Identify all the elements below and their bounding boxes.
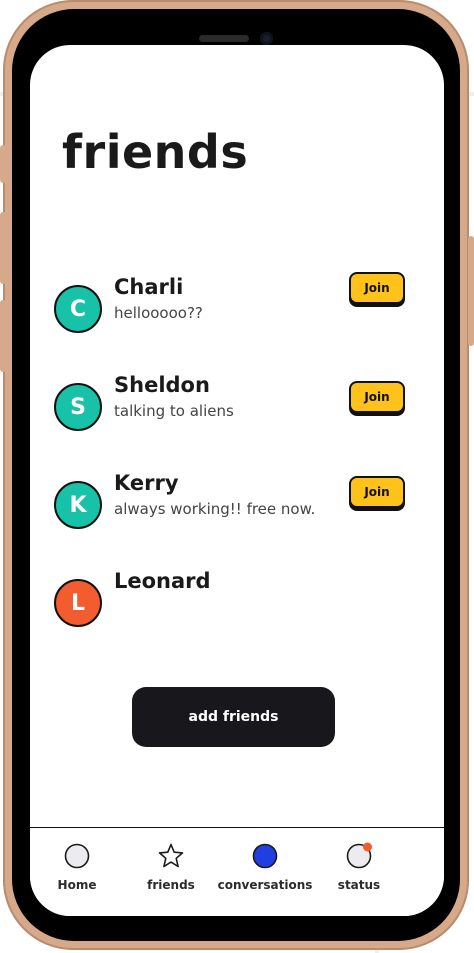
nav-label-home: Home	[57, 878, 97, 892]
nav-item-status[interactable]: status	[309, 828, 409, 916]
join-button-charli[interactable]: Join	[349, 272, 405, 304]
nav-label-conversations: conversations	[217, 878, 313, 892]
avatar-kerry: K	[54, 481, 102, 529]
friend-status: always working!! free now.	[114, 500, 316, 518]
nav-label-status: status	[337, 878, 381, 892]
friend-name: Sheldon	[114, 373, 210, 397]
circle-icon	[64, 843, 90, 869]
phone-side-button-left-bottom	[0, 300, 6, 372]
phone-side-button-right	[468, 236, 474, 346]
nav-item-friends[interactable]: friends	[121, 828, 221, 916]
avatar-leonard: L	[54, 579, 102, 627]
friend-name: Charli	[114, 275, 184, 299]
add-friends-button[interactable]: add friends	[132, 687, 335, 747]
avatar-charli: C	[54, 285, 102, 333]
page-title: friends	[62, 125, 249, 179]
nav-label-friends: friends	[147, 878, 195, 892]
nav-item-home[interactable]: Home	[30, 828, 127, 916]
friend-name: Kerry	[114, 471, 179, 495]
friend-row-kerry[interactable]: K Kerry always working!! free now. Join	[30, 471, 444, 551]
avatar-sheldon: S	[54, 383, 102, 431]
nav-item-conversations[interactable]: conversations	[215, 828, 315, 916]
join-button-kerry[interactable]: Join	[349, 476, 405, 508]
friend-row-sheldon[interactable]: S Sheldon talking to aliens Join	[30, 373, 444, 453]
friend-row-leonard[interactable]: L Leonard	[30, 569, 444, 649]
notification-dot-icon	[363, 842, 372, 852]
friend-status: talking to aliens	[114, 402, 234, 420]
friend-row-charli[interactable]: C Charli hellooooo?? Join	[30, 272, 444, 355]
phone-side-button-left-top	[0, 145, 6, 183]
phone-screen: friends C Charli hellooooo?? Join S Shel…	[30, 45, 444, 916]
phone-side-button-left-middle	[0, 212, 6, 284]
friend-status: hellooooo??	[114, 304, 203, 322]
phone-speaker	[199, 35, 249, 42]
filled-circle-icon	[252, 843, 278, 869]
join-button-sheldon[interactable]: Join	[349, 381, 405, 413]
stage: friends C Charli hellooooo?? Join S Shel…	[0, 0, 474, 953]
bottom-nav: Home friends conversations status	[30, 827, 444, 916]
friend-name: Leonard	[114, 569, 211, 593]
phone-camera	[260, 32, 273, 45]
star-icon	[158, 843, 184, 868]
status-icon	[346, 842, 372, 869]
